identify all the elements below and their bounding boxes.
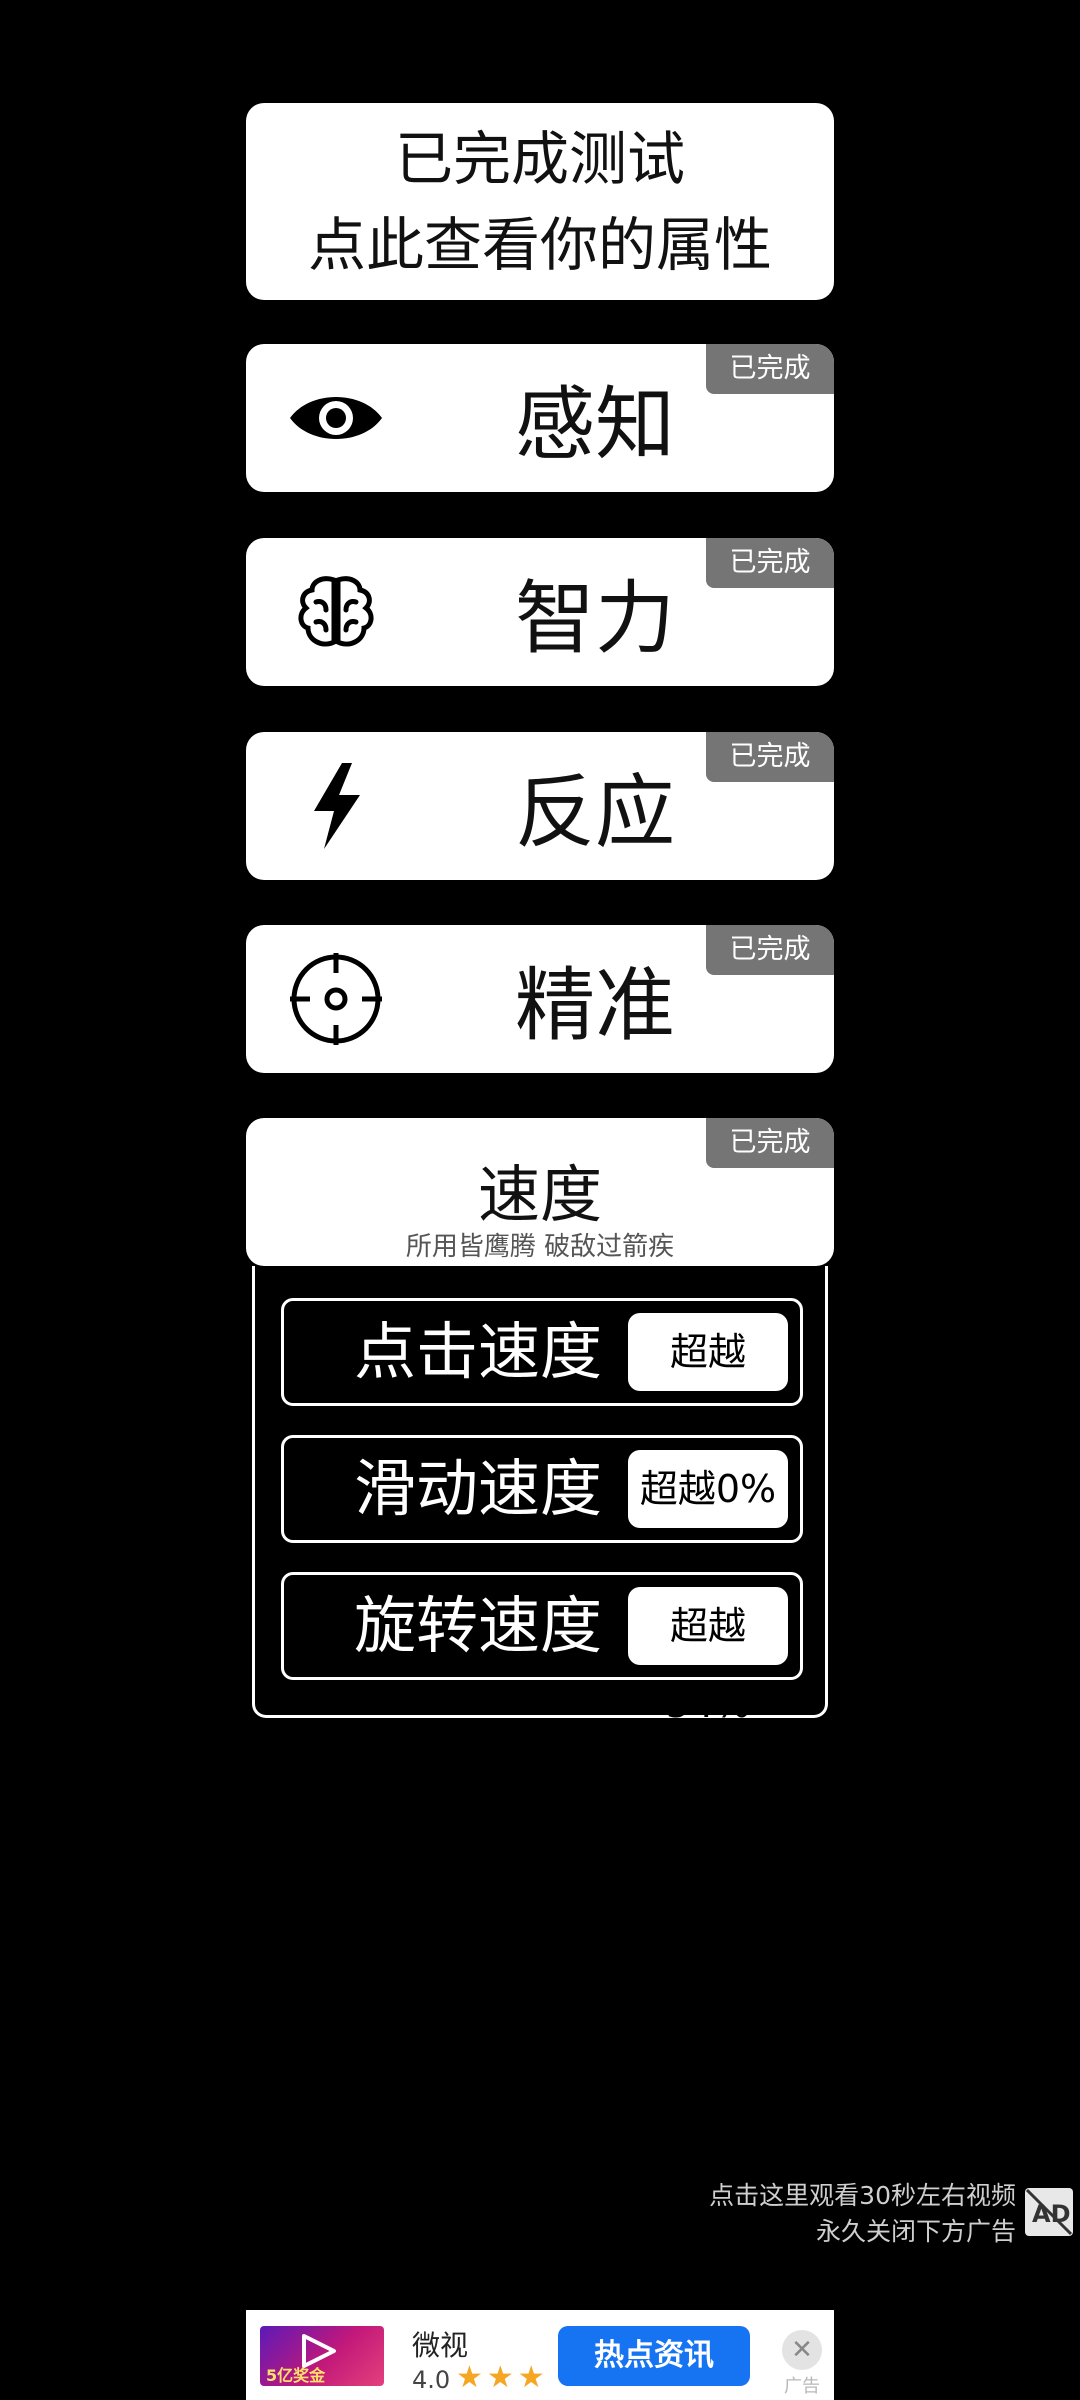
summary-subtitle: 点此查看你的属性 [307, 210, 772, 279]
ad-rating: 4.0 [412, 2366, 451, 2394]
remove-ad-hint[interactable]: 点击这里观看30秒左右视频 永久关闭下方广告 [709, 2178, 1016, 2250]
speed-row-rotate: 旋转速度 超越54% [281, 1572, 803, 1726]
remove-ad-hint-line1: 点击这里观看30秒左右视频 [709, 2181, 1016, 2210]
completed-badge: 已完成 [706, 344, 834, 394]
close-icon[interactable]: ✕ [782, 2330, 822, 2370]
no-ad-icon[interactable]: AD [1023, 2186, 1075, 2238]
ad-prize-text: 5亿奖金 [266, 2366, 326, 2385]
completed-badge: 已完成 [706, 1118, 834, 1168]
completed-badge: 已完成 [706, 538, 834, 588]
banner-ad[interactable]: 5亿奖金 微视 4.0 ★★★ 热点资讯 ✕ 广告 [246, 2310, 834, 2400]
speed-row-label: 点击速度 [354, 1315, 603, 1388]
ad-tag: 广告 [784, 2376, 820, 2397]
ad-thumbnail: 5亿奖金 [260, 2326, 384, 2386]
speed-percentile: 超越54% [628, 1587, 788, 1726]
attribute-card-perception[interactable]: 感知 已完成 [246, 344, 834, 492]
ad-app-name: 微视 [412, 2329, 469, 2362]
completed-badge: 已完成 [706, 732, 834, 782]
speed-detail-panel: 点击速度 超越43% 滑动速度 超越0% 旋转速度 超越54% [252, 1266, 828, 1726]
attribute-card-intelligence[interactable]: 智力 已完成 [246, 538, 834, 686]
completed-badge: 已完成 [706, 925, 834, 975]
attribute-card-speed[interactable]: 速度 所用皆鹰腾 破敌过箭疾 已完成 [246, 1118, 834, 1266]
attribute-card-precision[interactable]: 精准 已完成 [246, 925, 834, 1073]
speed-row-swipe: 滑动速度 超越0% [281, 1435, 803, 1543]
speed-row-tap: 点击速度 超越43% [281, 1298, 803, 1452]
star-rating-icon: ★★★ [456, 2360, 549, 2395]
speed-row-label: 旋转速度 [354, 1589, 603, 1662]
summary-title: 已完成测试 [394, 124, 685, 193]
speed-percentile: 超越43% [628, 1313, 788, 1452]
ad-cta-button[interactable]: 热点资讯 [558, 2326, 750, 2386]
speed-subtitle: 所用皆鹰腾 破敌过箭疾 [405, 1232, 675, 1262]
attribute-card-reaction[interactable]: 反应 已完成 [246, 732, 834, 880]
speed-percentile: 超越0% [628, 1450, 788, 1528]
remove-ad-hint-line2: 永久关闭下方广告 [815, 2217, 1016, 2246]
view-attributes-card[interactable]: 已完成测试 点此查看你的属性 [246, 103, 834, 300]
speed-row-label: 滑动速度 [354, 1452, 603, 1525]
